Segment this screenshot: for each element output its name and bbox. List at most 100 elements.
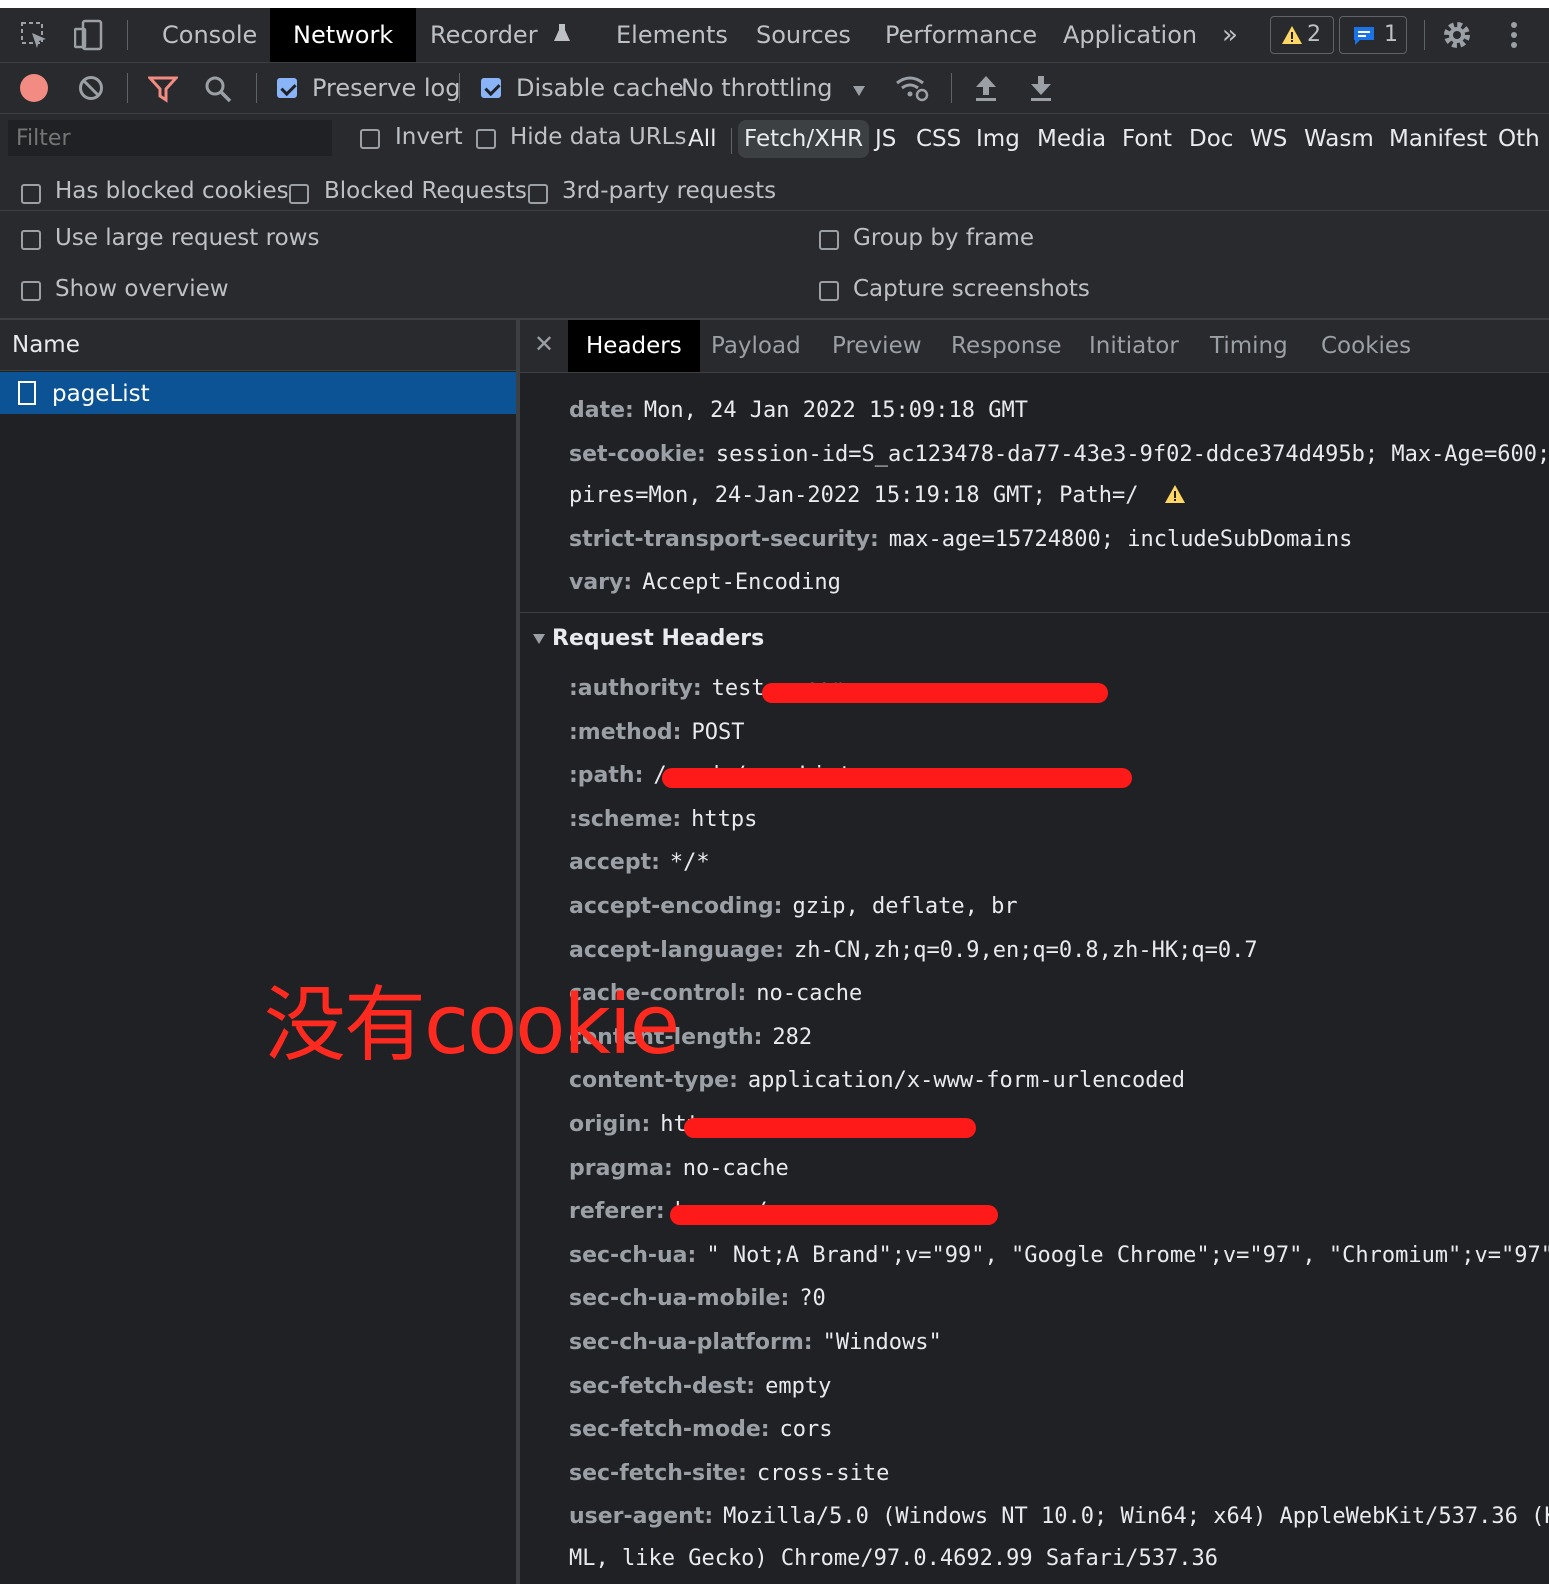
large-rows-checkbox[interactable] bbox=[21, 230, 41, 250]
tab-application[interactable]: Application bbox=[1047, 8, 1213, 62]
device-toolbar-icon[interactable] bbox=[73, 19, 104, 51]
tab-cookies[interactable]: Cookies bbox=[1321, 320, 1411, 372]
header-row: sec-ch-ua-platform: "Windows" bbox=[569, 1330, 942, 1355]
show-overview-label: Show overview bbox=[55, 276, 229, 302]
warning-icon[interactable] bbox=[1164, 483, 1186, 513]
tab-response[interactable]: Response bbox=[951, 320, 1061, 372]
blocked-requests-checkbox[interactable] bbox=[289, 184, 309, 204]
tab-elements[interactable]: Elements bbox=[600, 8, 744, 62]
capture-screenshots-label: Capture screenshots bbox=[853, 276, 1090, 302]
filter-type-css[interactable]: CSS bbox=[916, 120, 961, 158]
hide-data-urls-label: Hide data URLs bbox=[510, 124, 687, 150]
tab-initiator[interactable]: Initiator bbox=[1089, 320, 1179, 372]
network-conditions-icon[interactable] bbox=[894, 73, 930, 107]
warnings-badge[interactable]: 2 bbox=[1270, 16, 1334, 54]
message-icon bbox=[1354, 27, 1374, 45]
filter-input[interactable] bbox=[8, 120, 332, 156]
tab-sources[interactable]: Sources bbox=[740, 8, 867, 62]
tab-network[interactable]: Network bbox=[270, 8, 417, 62]
name-column-label: Name bbox=[12, 332, 80, 358]
filter-type-other[interactable]: Oth bbox=[1498, 120, 1540, 158]
capture-screenshots-checkbox[interactable] bbox=[819, 281, 839, 301]
tab-console[interactable]: Console bbox=[146, 8, 273, 62]
group-by-frame-label: Group by frame bbox=[853, 225, 1035, 251]
close-icon[interactable]: ✕ bbox=[534, 320, 554, 368]
hide-data-urls-checkbox[interactable] bbox=[476, 129, 496, 149]
filter-bar: Invert Hide data URLs All Fetch/XHR JS C… bbox=[0, 114, 1549, 211]
request-detail-panel: ✕ Headers Payload Preview Response Initi… bbox=[520, 320, 1549, 1584]
filter-type-js[interactable]: JS bbox=[875, 120, 896, 158]
search-icon[interactable] bbox=[204, 75, 232, 107]
redaction-mark bbox=[662, 768, 1132, 788]
tab-preview[interactable]: Preview bbox=[832, 320, 922, 372]
has-blocked-cookies-label: Has blocked cookies bbox=[55, 178, 289, 204]
header-row: sec-ch-ua: " Not;A Brand";v="99", "Google… bbox=[569, 1243, 1549, 1268]
throttling-select[interactable]: No throttling bbox=[681, 63, 833, 113]
tab-recorder[interactable]: Recorder bbox=[414, 8, 587, 62]
group-by-frame-checkbox[interactable] bbox=[819, 230, 839, 250]
filter-type-manifest[interactable]: Manifest bbox=[1389, 120, 1487, 158]
more-options-icon[interactable] bbox=[1510, 20, 1518, 54]
inspect-element-icon[interactable] bbox=[20, 21, 48, 49]
third-party-checkbox[interactable] bbox=[528, 184, 548, 204]
warnings-count: 2 bbox=[1307, 22, 1321, 47]
filter-type-img[interactable]: Img bbox=[976, 120, 1020, 158]
filter-icon[interactable] bbox=[146, 75, 180, 107]
has-blocked-cookies-checkbox[interactable] bbox=[21, 184, 41, 204]
show-overview-checkbox[interactable] bbox=[21, 281, 41, 301]
annotation-text: 没有cookie bbox=[264, 978, 680, 1073]
filter-type-font[interactable]: Font bbox=[1122, 120, 1172, 158]
filter-type-all[interactable]: All bbox=[688, 120, 717, 158]
messages-badge[interactable]: 1 bbox=[1339, 16, 1407, 54]
request-name: pageList bbox=[52, 381, 150, 407]
flask-icon bbox=[553, 8, 571, 62]
filter-type-ws[interactable]: WS bbox=[1250, 120, 1287, 158]
chevron-down-icon[interactable] bbox=[852, 82, 866, 101]
header-row: date: Mon, 24 Jan 2022 15:09:18 GMT bbox=[569, 398, 1028, 423]
filter-type-media[interactable]: Media bbox=[1037, 120, 1106, 158]
header-row: sec-fetch-mode: cors bbox=[569, 1417, 833, 1442]
filter-type-doc[interactable]: Doc bbox=[1189, 120, 1233, 158]
header-row: sec-ch-ua-mobile: ?0 bbox=[569, 1286, 826, 1311]
record-icon[interactable] bbox=[20, 74, 48, 102]
warning-icon bbox=[1282, 26, 1302, 44]
name-column-header[interactable]: Name bbox=[0, 320, 516, 371]
tab-payload[interactable]: Payload bbox=[711, 320, 801, 372]
tab-headers[interactable]: Headers bbox=[568, 320, 700, 372]
download-icon[interactable] bbox=[1029, 74, 1053, 106]
invert-label: Invert bbox=[395, 124, 463, 150]
header-row: pragma: no-cache bbox=[569, 1156, 789, 1181]
blocked-requests-label: Blocked Requests bbox=[324, 178, 527, 204]
settings-bar: Use large request rows Show overview Gro… bbox=[0, 211, 1549, 320]
header-row: accept: */* bbox=[569, 850, 710, 875]
header-row: sec-fetch-dest: empty bbox=[569, 1374, 832, 1399]
disable-cache-label: Disable cache bbox=[516, 74, 684, 102]
tab-timing[interactable]: Timing bbox=[1210, 320, 1288, 372]
header-row: sec-fetch-site: cross-site bbox=[569, 1461, 890, 1486]
more-tabs-icon[interactable]: » bbox=[1222, 8, 1238, 62]
gear-icon[interactable] bbox=[1442, 20, 1472, 54]
document-icon bbox=[18, 381, 36, 405]
preserve-log-label: Preserve log bbox=[312, 74, 461, 102]
redaction-mark bbox=[670, 1205, 998, 1225]
header-row-continuation: ML, like Gecko) Chrome/97.0.4692.99 Safa… bbox=[569, 1546, 1219, 1571]
request-row[interactable]: pageList bbox=[0, 372, 516, 414]
redaction-mark bbox=[684, 1118, 976, 1138]
request-headers-section[interactable]: Request Headers bbox=[532, 626, 764, 651]
main-tab-bar: Console Network Recorder Elements Source… bbox=[0, 8, 1549, 63]
preserve-log-checkbox[interactable] bbox=[277, 78, 297, 98]
triangle-down-icon bbox=[532, 626, 546, 651]
header-row: vary: Accept-Encoding bbox=[569, 570, 841, 595]
header-row: user-agent: Mozilla/5.0 (Windows NT 10.0;… bbox=[569, 1504, 1549, 1529]
disable-cache-checkbox[interactable] bbox=[481, 78, 501, 98]
clear-icon[interactable] bbox=[78, 75, 104, 105]
filter-type-fetch-xhr[interactable]: Fetch/XHR bbox=[738, 120, 870, 158]
messages-count: 1 bbox=[1384, 22, 1398, 47]
upload-icon[interactable] bbox=[974, 74, 998, 106]
tab-performance[interactable]: Performance bbox=[869, 8, 1053, 62]
header-row: :scheme: https bbox=[569, 807, 758, 832]
invert-checkbox[interactable] bbox=[360, 129, 380, 149]
header-row: strict-transport-security: max-age=157248… bbox=[569, 527, 1353, 552]
section-divider bbox=[520, 612, 1549, 613]
filter-type-wasm[interactable]: Wasm bbox=[1304, 120, 1374, 158]
